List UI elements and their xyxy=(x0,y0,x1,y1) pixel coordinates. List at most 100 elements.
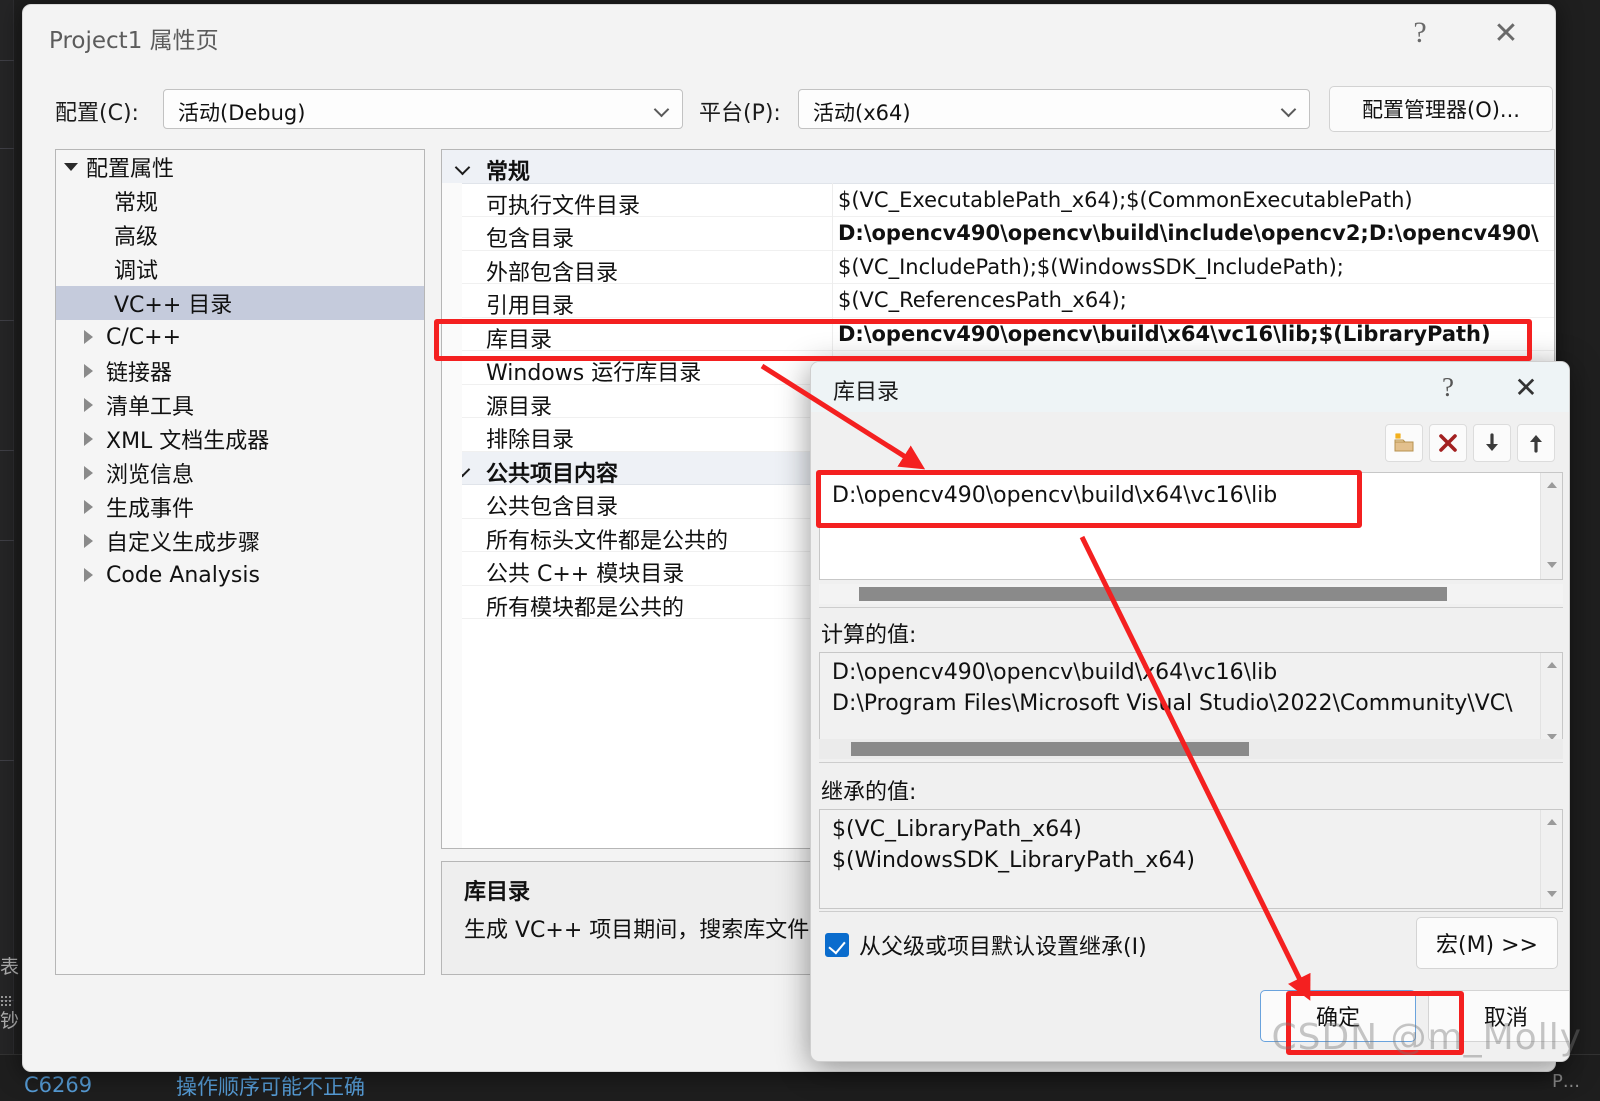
scrollbar-thumb[interactable] xyxy=(859,587,1447,601)
scroll-down-icon[interactable] xyxy=(1546,890,1558,900)
grid-property-row[interactable]: 引用目录 $(VC_ReferencesPath_x64); xyxy=(442,284,1554,319)
backdrop-side-text-1: 表 xyxy=(0,956,20,978)
triangle-collapsed-icon[interactable] xyxy=(84,398,93,412)
inherited-vertical-scrollbar[interactable] xyxy=(1540,810,1562,908)
tree-item-label: 生成事件 xyxy=(106,497,195,522)
computed-horizontal-scrollbar[interactable] xyxy=(819,739,1563,759)
grid-property-name: 源目录 xyxy=(486,394,553,420)
triangle-collapsed-icon[interactable] xyxy=(84,500,93,514)
chevron-down-icon xyxy=(654,101,670,117)
grid-property-value[interactable]: $(VC_ReferencesPath_x64); xyxy=(838,288,1127,312)
backdrop-side-text-2: 钞 xyxy=(0,1010,20,1032)
directories-listbox[interactable]: D:\opencv490\opencv\build\x64\vc16\lib xyxy=(819,472,1563,580)
config-value: 活动(Debug) xyxy=(178,101,306,125)
tree-item-5[interactable]: 链接器 xyxy=(56,354,424,388)
ok-button[interactable]: 确定 xyxy=(1260,990,1416,1042)
tree-item-10[interactable]: 自定义生成步骤 xyxy=(56,524,424,558)
grid-category-label: 常规 xyxy=(486,160,531,185)
listbox-horizontal-scrollbar[interactable] xyxy=(819,584,1563,604)
macros-button[interactable]: 宏(M) >> xyxy=(1416,917,1558,969)
description-title: 库目录 xyxy=(464,880,531,905)
computed-value-line: D:\opencv490\opencv\build\x64\vc16\lib xyxy=(832,660,1278,685)
scroll-up-icon[interactable] xyxy=(1546,481,1558,491)
move-down-icon[interactable] xyxy=(1473,424,1511,462)
tree-item-label: Code Analysis xyxy=(106,562,260,588)
checkbox-checked-icon[interactable] xyxy=(825,933,849,957)
window-titlebar: Project1 属性页 ? ✕ xyxy=(23,5,1555,63)
close-icon[interactable]: ✕ xyxy=(1501,366,1551,408)
tree-item-label: C/C++ xyxy=(106,324,182,350)
divider xyxy=(819,607,1563,608)
grid-property-name: 公共 C++ 模块目录 xyxy=(486,562,685,587)
tree-item-11[interactable]: Code Analysis xyxy=(56,558,424,592)
scroll-down-icon[interactable] xyxy=(1546,561,1558,571)
triangle-collapsed-icon[interactable] xyxy=(84,432,93,446)
triangle-collapsed-icon[interactable] xyxy=(84,534,93,548)
grid-property-value[interactable]: $(VC_ExecutablePath_x64);$(CommonExecuta… xyxy=(838,188,1413,212)
grid-property-name: 公共包含目录 xyxy=(486,495,619,520)
grid-property-name: 外部包含目录 xyxy=(486,260,619,286)
delete-icon[interactable] xyxy=(1429,424,1467,462)
dialog-titlebar: 库目录 ? ✕ xyxy=(811,362,1569,412)
grid-category-row[interactable]: 常规 xyxy=(442,150,1554,185)
help-icon[interactable]: ? xyxy=(1423,366,1473,408)
grid-property-row[interactable]: 可执行文件目录 $(VC_ExecutablePath_x64);$(Common… xyxy=(442,184,1554,219)
triangle-collapsed-icon[interactable] xyxy=(84,330,93,344)
directory-entry[interactable]: D:\opencv490\opencv\build\x64\vc16\lib xyxy=(832,483,1277,508)
close-icon[interactable]: ✕ xyxy=(1477,9,1535,57)
tree-item-9[interactable]: 生成事件 xyxy=(56,490,424,524)
config-label: 配置(C): xyxy=(55,101,139,126)
tree-item-1[interactable]: 高级 xyxy=(56,218,424,252)
config-manager-button[interactable]: 配置管理器(O)... xyxy=(1329,86,1553,132)
tree-item-3[interactable]: VC++ 目录 xyxy=(56,286,424,320)
dialog-title: 库目录 xyxy=(833,380,900,405)
grid-property-row[interactable]: 外部包含目录 $(VC_IncludePath);$(WindowsSDK_Inc… xyxy=(442,251,1554,286)
triangle-collapsed-icon[interactable] xyxy=(84,466,93,480)
tree-item-2[interactable]: 调试 xyxy=(56,252,424,286)
inherited-value-line: $(VC_LibraryPath_x64) xyxy=(832,817,1082,842)
library-directories-dialog: 库目录 ? ✕ D:\opencv490\opencv\build\x64\vc… xyxy=(810,361,1570,1062)
triangle-collapsed-icon[interactable] xyxy=(84,568,93,582)
tree-item-label: 浏览信息 xyxy=(106,463,195,488)
configuration-tree[interactable]: 配置属性 常规 高级调试 VC++ 目录 C/C++ 链接器 清单工具 XML 文档生成器 浏览… xyxy=(55,149,425,975)
grid-property-name: 库目录 xyxy=(486,327,553,353)
grid-property-value[interactable]: D:\opencv490\opencv\build\x64\vc16\lib;$… xyxy=(838,322,1491,346)
tree-item-label: XML 文档生成器 xyxy=(106,429,270,454)
listbox-vertical-scrollbar[interactable] xyxy=(1540,473,1562,579)
tree-item-4[interactable]: C/C++ xyxy=(56,320,424,354)
error-message: 操作顺序可能不正确 xyxy=(176,1075,365,1099)
grid-property-name: 排除目录 xyxy=(486,428,575,453)
help-icon[interactable]: ? xyxy=(1391,9,1449,57)
grid-property-row[interactable]: 库目录 D:\opencv490\opencv\build\x64\vc16\li… xyxy=(442,318,1554,353)
inherit-from-parent-checkbox[interactable]: 从父级或项目默认设置继承(I) xyxy=(825,929,1147,961)
tree-item-7[interactable]: XML 文档生成器 xyxy=(56,422,424,456)
computed-vertical-scrollbar[interactable] xyxy=(1540,653,1562,751)
tree-item-label: VC++ 目录 xyxy=(114,293,233,318)
tree-item-8[interactable]: 浏览信息 xyxy=(56,456,424,490)
tree-item-6[interactable]: 清单工具 xyxy=(56,388,424,422)
tree-item-label: 调试 xyxy=(114,259,159,284)
scroll-up-icon[interactable] xyxy=(1546,818,1558,828)
inherited-value-line: $(WindowsSDK_LibraryPath_x64) xyxy=(832,848,1195,873)
config-combobox[interactable]: 活动(Debug) xyxy=(163,89,683,129)
tree-item-label: 链接器 xyxy=(106,361,173,386)
chevron-down-icon[interactable] xyxy=(456,162,470,172)
ide-left-rail xyxy=(0,0,14,1100)
inherited-values-label: 继承的值: xyxy=(821,780,917,805)
grid-property-value[interactable]: $(VC_IncludePath);$(WindowsSDK_IncludePa… xyxy=(838,255,1344,279)
cancel-button[interactable]: 取消 xyxy=(1428,990,1569,1042)
grid-property-value[interactable]: D:\opencv490\opencv\build\include\opencv… xyxy=(838,221,1539,245)
tree-item-root[interactable]: 配置属性 xyxy=(56,150,424,184)
triangle-expanded-icon[interactable] xyxy=(64,163,78,171)
inherit-checkbox-label: 从父级或项目默认设置继承(I) xyxy=(859,935,1147,960)
new-folder-icon[interactable] xyxy=(1385,424,1423,462)
tree-item-label: 配置属性 xyxy=(86,157,175,182)
grid-property-row[interactable]: 包含目录 D:\opencv490\opencv\build\include\op… xyxy=(442,217,1554,252)
scrollbar-thumb[interactable] xyxy=(851,742,1249,756)
tree-item-0[interactable]: 常规 xyxy=(56,184,424,218)
triangle-collapsed-icon[interactable] xyxy=(84,364,93,378)
grid-property-name: 可执行文件目录 xyxy=(486,193,641,219)
move-up-icon[interactable] xyxy=(1517,424,1555,462)
platform-combobox[interactable]: 活动(x64) xyxy=(798,89,1310,129)
scroll-up-icon[interactable] xyxy=(1546,661,1558,671)
